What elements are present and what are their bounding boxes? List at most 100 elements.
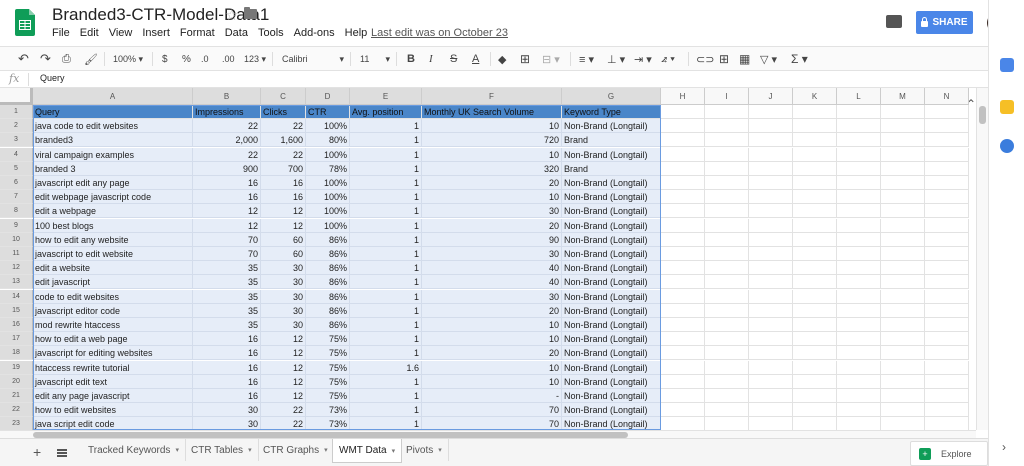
table-cell[interactable]: 30 <box>261 261 306 276</box>
table-cell[interactable]: 10 <box>422 119 562 134</box>
table-cell[interactable] <box>705 176 749 190</box>
table-cell[interactable]: 1 <box>350 303 422 318</box>
table-cell[interactable]: 1 <box>350 147 422 162</box>
table-cell[interactable]: branded3 <box>33 133 193 148</box>
table-cell[interactable]: 1 <box>350 176 422 190</box>
table-cell[interactable] <box>925 119 969 134</box>
table-cell[interactable] <box>837 360 881 375</box>
table-cell[interactable] <box>661 403 705 418</box>
table-cell[interactable] <box>793 374 837 389</box>
table-cell[interactable]: edit webpage javascript code <box>33 190 193 205</box>
table-cell[interactable]: 86% <box>306 303 350 318</box>
table-cell[interactable] <box>837 119 881 134</box>
table-cell[interactable] <box>881 403 925 418</box>
table-cell[interactable] <box>881 161 925 176</box>
table-cell[interactable] <box>705 147 749 162</box>
table-cell[interactable] <box>881 232 925 247</box>
table-cell[interactable] <box>661 247 705 261</box>
wrap-text-icon[interactable]: ⇥ ▾ <box>634 47 652 71</box>
add-sheet-button[interactable]: + <box>33 444 41 460</box>
strikethrough-icon[interactable]: S <box>450 47 457 71</box>
table-cell[interactable]: Non-Brand (Longtail) <box>562 417 661 430</box>
table-cell[interactable]: 30 <box>193 417 261 430</box>
table-cell[interactable] <box>705 318 749 332</box>
table-cell[interactable]: 80% <box>306 133 350 148</box>
table-cell[interactable] <box>705 403 749 418</box>
table-cell[interactable] <box>925 332 969 347</box>
table-cell[interactable]: 1 <box>350 374 422 389</box>
table-cell[interactable]: 30 <box>422 247 562 261</box>
table-cell[interactable] <box>661 133 705 148</box>
functions-icon[interactable]: Σ ▾ <box>791 47 808 71</box>
table-cell[interactable]: javascript edit any page <box>33 176 193 190</box>
menu-file[interactable]: File <box>52 27 70 39</box>
share-button[interactable]: SHARE <box>916 11 973 34</box>
row-header[interactable]: 6 <box>0 176 33 190</box>
currency-format-button[interactable]: $ <box>162 47 168 71</box>
table-cell[interactable]: 100% <box>306 204 350 219</box>
table-cell[interactable] <box>749 303 793 318</box>
column-header[interactable]: N <box>925 88 969 105</box>
table-cell[interactable]: 75% <box>306 346 350 361</box>
table-cell[interactable] <box>749 190 793 205</box>
column-header[interactable]: H <box>661 88 705 105</box>
table-cell[interactable] <box>925 318 969 332</box>
table-cell[interactable] <box>749 261 793 276</box>
table-cell[interactable] <box>661 360 705 375</box>
table-cell[interactable] <box>749 332 793 347</box>
table-cell[interactable] <box>881 389 925 403</box>
table-cell[interactable] <box>837 332 881 347</box>
table-cell[interactable]: 22 <box>193 119 261 134</box>
column-header[interactable]: G <box>562 88 661 105</box>
table-cell[interactable] <box>837 190 881 205</box>
table-cell[interactable]: Non-Brand (Longtail) <box>562 119 661 134</box>
table-cell[interactable]: 30 <box>193 403 261 418</box>
header-cell[interactable] <box>661 105 705 119</box>
table-cell[interactable]: 10 <box>422 147 562 162</box>
expand-side-panel-icon[interactable]: › <box>1002 440 1006 454</box>
table-cell[interactable]: Non-Brand (Longtail) <box>562 332 661 347</box>
tab-ctr-graphs[interactable]: CTR Graphs ▾ <box>257 439 335 461</box>
table-cell[interactable]: 12 <box>261 389 306 403</box>
table-cell[interactable] <box>837 289 881 304</box>
table-cell[interactable]: htaccess rewrite tutorial <box>33 360 193 375</box>
table-cell[interactable]: viral campaign examples <box>33 147 193 162</box>
table-cell[interactable]: 900 <box>193 161 261 176</box>
table-cell[interactable]: 30 <box>422 289 562 304</box>
table-cell[interactable]: 70 <box>193 247 261 261</box>
table-cell[interactable]: 12 <box>261 374 306 389</box>
table-cell[interactable] <box>881 119 925 134</box>
table-cell[interactable] <box>705 374 749 389</box>
table-cell[interactable] <box>881 303 925 318</box>
table-cell[interactable] <box>705 289 749 304</box>
table-cell[interactable]: javascript to edit website <box>33 247 193 261</box>
valign-bottom-icon[interactable]: ⊥ ▾ <box>607 47 625 71</box>
table-cell[interactable]: edit any page javascript <box>33 389 193 403</box>
table-cell[interactable] <box>837 247 881 261</box>
table-cell[interactable]: 16 <box>193 176 261 190</box>
table-cell[interactable]: 10 <box>422 190 562 205</box>
table-cell[interactable] <box>925 303 969 318</box>
table-cell[interactable] <box>661 119 705 134</box>
table-cell[interactable] <box>793 389 837 403</box>
table-cell[interactable] <box>881 374 925 389</box>
table-cell[interactable] <box>661 232 705 247</box>
table-cell[interactable] <box>793 289 837 304</box>
row-header[interactable]: 10 <box>0 232 33 247</box>
header-cell[interactable] <box>749 105 793 119</box>
table-cell[interactable]: Non-Brand (Longtail) <box>562 303 661 318</box>
column-header[interactable]: I <box>705 88 749 105</box>
table-cell[interactable] <box>881 247 925 261</box>
row-header[interactable]: 18 <box>0 346 33 361</box>
explore-button[interactable]: + Explore <box>910 441 988 466</box>
insert-link-icon[interactable]: ⊂⊃ <box>696 47 714 71</box>
table-cell[interactable] <box>661 161 705 176</box>
table-cell[interactable]: 100% <box>306 190 350 205</box>
table-cell[interactable] <box>749 275 793 290</box>
table-cell[interactable]: 30 <box>261 289 306 304</box>
table-cell[interactable]: edit a website <box>33 261 193 276</box>
table-cell[interactable]: 10 <box>422 360 562 375</box>
table-cell[interactable]: 1 <box>350 289 422 304</box>
table-cell[interactable] <box>881 218 925 233</box>
table-cell[interactable]: Non-Brand (Longtail) <box>562 360 661 375</box>
